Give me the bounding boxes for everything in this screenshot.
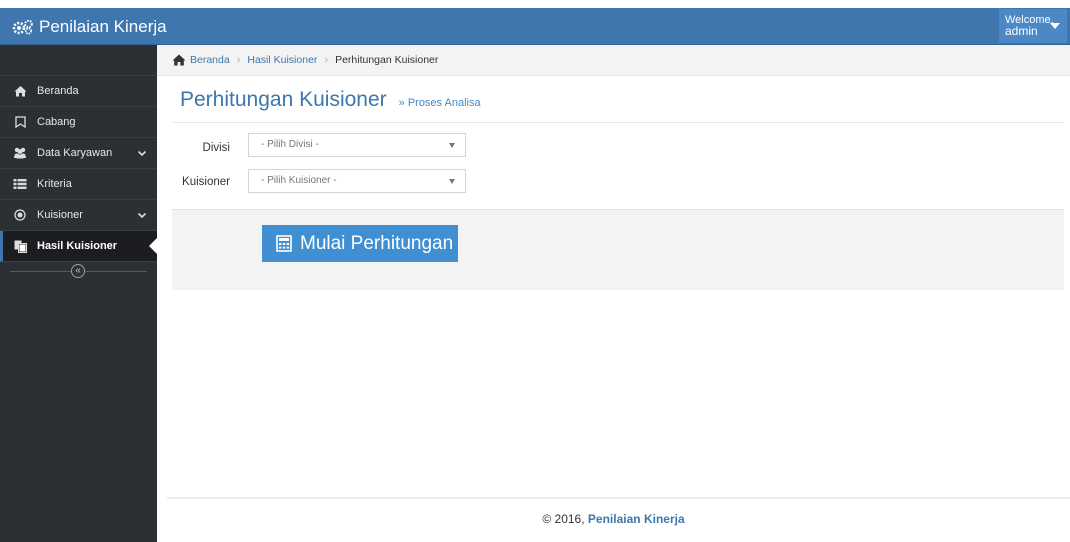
- sidebar-item-data-karyawan[interactable]: Data Karyawan: [0, 138, 157, 169]
- breadcrumb-link-beranda[interactable]: Beranda: [190, 54, 230, 66]
- kuisioner-label: Kuisioner: [182, 176, 230, 188]
- breadcrumb-current: Perhitungan Kuisioner: [335, 54, 439, 66]
- sidebar-item-label: Kuisioner: [37, 209, 83, 221]
- app-title: Penilaian Kinerja: [39, 16, 167, 36]
- sidebar-item-label: Hasil Kuisioner: [37, 240, 118, 252]
- radio-icon: [13, 208, 27, 222]
- breadcrumb-link-hasil-kuisioner[interactable]: Hasil Kuisioner: [247, 54, 317, 66]
- sidebar-item-label: Beranda: [37, 85, 79, 97]
- page-title: Perhitungan Kuisioner: [180, 88, 387, 111]
- collapse-sidebar-icon[interactable]: «: [71, 264, 85, 278]
- divisi-select-value: - Pilih Divisi -: [261, 139, 319, 150]
- sidebar-item-hasil-kuisioner[interactable]: Hasil Kuisioner: [0, 231, 157, 262]
- bookmark-icon: [13, 115, 27, 129]
- home-icon: [13, 84, 27, 98]
- top-navbar: Penilaian Kinerja Welcome, admin: [0, 8, 1070, 45]
- sidebar-item-kriteria[interactable]: Kriteria: [0, 169, 157, 200]
- footer: © 2016, Penilaian Kinerja: [157, 512, 1070, 526]
- divisi-label: Divisi: [202, 142, 230, 154]
- mulai-perhitungan-button[interactable]: Mulai Perhitungan: [262, 225, 458, 262]
- dropdown-arrow-icon: [449, 179, 455, 184]
- sidebar-item-label: Data Karyawan: [37, 147, 113, 159]
- kuisioner-select-value: - Pilih Kuisioner -: [261, 175, 337, 186]
- dropdown-arrow-icon: [449, 143, 455, 148]
- sidebar-header-spacer: [0, 45, 157, 76]
- breadcrumb: Beranda › Hasil Kuisioner › Perhitungan …: [157, 45, 1070, 76]
- breadcrumb-separator: ›: [236, 54, 241, 66]
- sidebar: Beranda Cabang Data Karyawan Kriteria Ku…: [0, 45, 157, 542]
- calculator-icon: [276, 235, 292, 252]
- sidebar-item-label: Kriteria: [37, 178, 72, 190]
- breadcrumb-separator: ›: [324, 54, 329, 66]
- sidebar-item-label: Cabang: [37, 116, 76, 128]
- divider: [167, 497, 1070, 499]
- page-header: Perhitungan Kuisioner » Proses Analisa: [180, 88, 481, 112]
- footer-copyright: © 2016,: [542, 512, 585, 526]
- kuisioner-select[interactable]: - Pilih Kuisioner -: [248, 169, 466, 193]
- footer-brand-link[interactable]: Penilaian Kinerja: [588, 512, 685, 526]
- users-icon: [13, 146, 27, 160]
- sidebar-item-beranda[interactable]: Beranda: [0, 76, 157, 107]
- button-label: Mulai Perhitungan: [300, 232, 454, 254]
- chevron-down-icon: [137, 212, 147, 219]
- caret-down-icon: [1050, 23, 1060, 29]
- divisi-select[interactable]: - Pilih Divisi -: [248, 133, 466, 157]
- user-menu-button[interactable]: Welcome, admin: [999, 9, 1067, 43]
- chevron-down-icon: [137, 150, 147, 157]
- page-subtitle: » Proses Analisa: [398, 97, 481, 109]
- home-icon: [172, 54, 186, 66]
- sidebar-collapse-row: «: [0, 262, 157, 281]
- copy-icon: [13, 239, 27, 253]
- cogs-icon: [12, 19, 33, 34]
- list-icon: [13, 177, 27, 191]
- divider: [172, 122, 1064, 123]
- top-spacer: [0, 0, 1070, 8]
- sidebar-item-kuisioner[interactable]: Kuisioner: [0, 200, 157, 231]
- app-brand[interactable]: Penilaian Kinerja: [12, 8, 167, 45]
- sidebar-item-cabang[interactable]: Cabang: [0, 107, 157, 138]
